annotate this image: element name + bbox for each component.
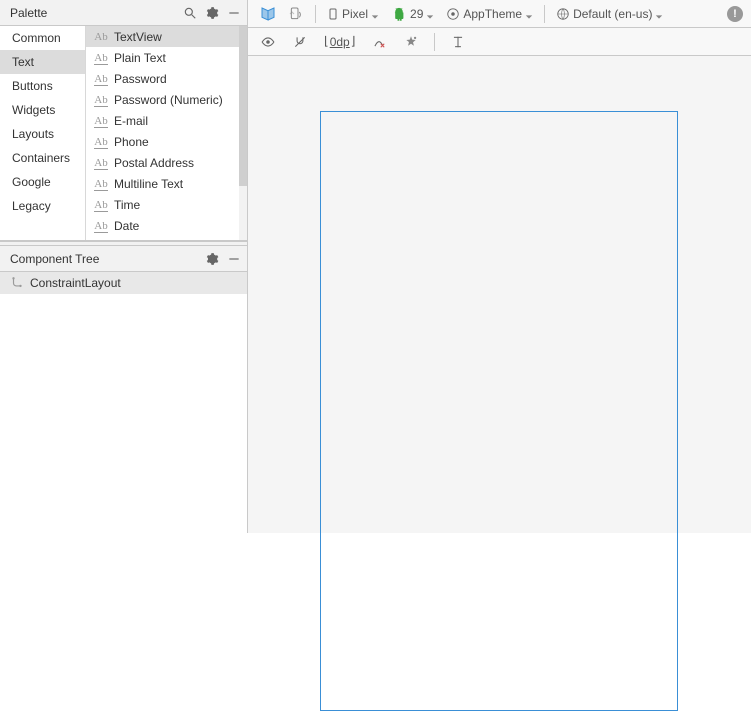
text-widget-icon: Ab — [94, 219, 108, 233]
tree-root-row[interactable]: ConstraintLayout — [0, 272, 247, 294]
palette-item[interactable]: Ab E-mail — [86, 110, 247, 131]
palette-body: CommonTextButtonsWidgetsLayoutsContainer… — [0, 26, 247, 241]
text-widget-icon: Ab — [94, 72, 108, 86]
minimize-icon[interactable] — [227, 252, 241, 266]
chevron-down-icon — [426, 10, 434, 18]
autoconnect-button[interactable] — [288, 31, 312, 53]
palette-item-label: Plain Text — [114, 51, 166, 65]
palette-category-text[interactable]: Text — [0, 50, 85, 74]
palette-categories: CommonTextButtonsWidgetsLayoutsContainer… — [0, 26, 86, 240]
constraint-layout-icon — [10, 276, 24, 290]
palette-item[interactable]: Ab Phone — [86, 131, 247, 152]
default-margin-button[interactable]: ⌊ 0dp ⌋ — [320, 31, 359, 53]
palette-header: Palette — [0, 0, 247, 26]
palette-title: Palette — [10, 6, 183, 20]
palette-item-label: TextView — [114, 30, 162, 44]
locale-label: Default (en-us) — [573, 7, 652, 21]
design-toolbar: Pixel 29 AppTheme Default (en-us) ! — [248, 0, 751, 28]
theme-label: AppTheme — [463, 7, 522, 21]
palette-category-legacy[interactable]: Legacy — [0, 194, 85, 218]
minimize-icon[interactable] — [227, 6, 241, 20]
component-tree-header: Component Tree — [0, 246, 247, 272]
constraint-toolbar: ⌊ 0dp ⌋ — [248, 28, 751, 56]
palette-item[interactable]: Ab TextView — [86, 26, 247, 47]
search-icon[interactable] — [183, 6, 197, 20]
palette-item-label: E-mail — [114, 114, 148, 128]
text-widget-icon: Ab — [94, 156, 108, 170]
palette-category-google[interactable]: Google — [0, 170, 85, 194]
palette-item-label: Date — [114, 219, 139, 233]
palette-category-buttons[interactable]: Buttons — [0, 74, 85, 98]
palette-item-label: Time — [114, 198, 140, 212]
bracket-right: ⌋ — [351, 34, 356, 49]
palette-items: Ab TextView Ab Plain Text Ab Password Ab Passwo… — [86, 26, 247, 240]
chevron-down-icon — [655, 10, 663, 18]
toolbar-separator — [315, 5, 316, 23]
palette-category-layouts[interactable]: Layouts — [0, 122, 85, 146]
design-canvas[interactable] — [248, 56, 751, 533]
chevron-down-icon — [371, 10, 379, 18]
component-tree-body: ConstraintLayout — [0, 272, 247, 533]
gear-icon[interactable] — [205, 252, 219, 266]
guidelines-button[interactable] — [446, 31, 470, 53]
palette-item[interactable]: Ab Postal Address — [86, 152, 247, 173]
text-widget-icon: Ab — [94, 93, 108, 107]
palette-item-label: Postal Address — [114, 156, 194, 170]
palette-category-containers[interactable]: Containers — [0, 146, 85, 170]
palette-item[interactable]: Ab Password (Numeric) — [86, 89, 247, 110]
view-options-button[interactable] — [256, 31, 280, 53]
palette-scrollbar[interactable] — [239, 26, 247, 240]
text-widget-icon: Ab — [94, 30, 108, 44]
orientation-button[interactable] — [284, 3, 308, 25]
scrollbar-thumb[interactable] — [239, 26, 247, 186]
clear-constraints-button[interactable] — [367, 31, 391, 53]
palette-item-label: Phone — [114, 135, 149, 149]
palette-item[interactable]: Ab Multiline Text — [86, 173, 247, 194]
api-selector[interactable]: 29 — [387, 3, 438, 25]
infer-constraints-button[interactable] — [399, 31, 423, 53]
toolbar-separator — [434, 33, 435, 51]
component-tree-title: Component Tree — [10, 252, 205, 266]
warnings-icon[interactable]: ! — [727, 6, 743, 22]
palette-item[interactable]: Ab Plain Text — [86, 47, 247, 68]
design-surface-button[interactable] — [256, 3, 280, 25]
device-selector[interactable]: Pixel — [323, 3, 383, 25]
text-widget-icon: Ab — [94, 177, 108, 191]
text-widget-icon: Ab — [94, 198, 108, 212]
toolbar-separator — [544, 5, 545, 23]
palette-category-common[interactable]: Common — [0, 26, 85, 50]
device-label: Pixel — [342, 7, 368, 21]
locale-selector[interactable]: Default (en-us) — [552, 3, 667, 25]
palette-item[interactable]: Ab Date — [86, 215, 247, 236]
palette-item[interactable]: Ab Time — [86, 194, 247, 215]
margin-value: 0dp — [329, 35, 351, 49]
palette-category-widgets[interactable]: Widgets — [0, 98, 85, 122]
text-widget-icon: Ab — [94, 51, 108, 65]
palette-item-label: Password (Numeric) — [114, 93, 223, 107]
palette-item[interactable]: Ab Password — [86, 68, 247, 89]
tree-root-label: ConstraintLayout — [30, 276, 121, 290]
device-frame[interactable] — [320, 111, 678, 711]
palette-item-label: Password — [114, 72, 167, 86]
text-widget-icon: Ab — [94, 135, 108, 149]
gear-icon[interactable] — [205, 6, 219, 20]
chevron-down-icon — [525, 10, 533, 18]
api-level-label: 29 — [410, 7, 423, 21]
theme-selector[interactable]: AppTheme — [442, 3, 537, 25]
android-icon — [391, 7, 407, 21]
text-widget-icon: Ab — [94, 114, 108, 128]
palette-item-label: Multiline Text — [114, 177, 183, 191]
